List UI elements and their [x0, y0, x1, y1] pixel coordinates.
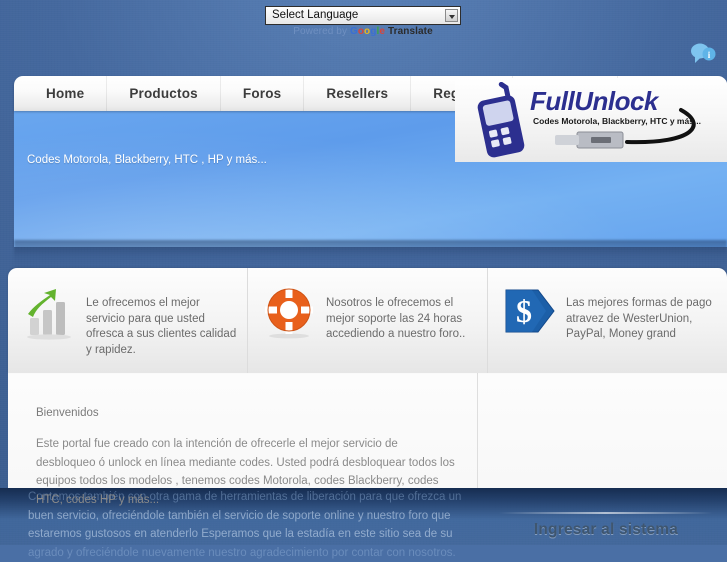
dollar-payment-icon: $	[502, 284, 558, 340]
feature-support-text: Nosotros le ofrecemos el mejor soporte l…	[326, 284, 477, 343]
feature-highlights: Le ofrecemos el mejor servicio para que …	[8, 268, 727, 373]
language-select-value: Select Language	[272, 9, 358, 21]
feature-payment-text: Las mejores formas de pago atravez de We…	[566, 284, 717, 343]
welcome-heading: Bienvenidos	[36, 407, 457, 419]
banner-bottom-shadow	[14, 240, 727, 266]
feature-payment: $ Las mejores formas de pago atravez de …	[488, 268, 727, 373]
bar-chart-growth-icon	[22, 284, 78, 340]
login-section: Ingresar al sistema	[485, 512, 727, 539]
feature-service: Le ofrecemos el mejor servicio para que …	[8, 268, 248, 373]
language-select[interactable]: Select Language	[265, 6, 461, 25]
login-divider	[499, 512, 713, 514]
login-heading: Ingresar al sistema	[485, 521, 727, 539]
page-root: Select Language Powered by Google Transl…	[0, 0, 727, 545]
google-translate-widget: Select Language Powered by Google Transl…	[265, 6, 461, 38]
logo-tagline: Codes Motorola, Blackberry, HTC y más...	[533, 116, 701, 126]
lifebuoy-support-icon	[262, 284, 318, 340]
nav-item-productos[interactable]: Productos	[107, 76, 221, 111]
google-letter-e: e	[379, 26, 385, 37]
content-sidebar	[478, 373, 727, 488]
translate-label: Translate	[388, 26, 433, 37]
content-panel: Bienvenidos Este portal fue creado con l…	[8, 373, 727, 488]
google-wordmark: Google	[350, 26, 388, 37]
powered-by-google-translate: Powered by Google Translate	[265, 26, 461, 38]
powered-by-label: Powered by	[293, 26, 347, 37]
nav-item-resellers[interactable]: Resellers	[304, 76, 411, 111]
overflow-line-4: agrado y ofreciéndole nuevamente nuestro…	[28, 544, 468, 562]
feature-service-text: Le ofrecemos el mejor servicio para que …	[86, 284, 237, 358]
welcome-section: Bienvenidos Este portal fue creado con l…	[8, 373, 478, 488]
logo-title: FullUnlock	[530, 86, 658, 117]
nav-item-home[interactable]: Home	[14, 76, 107, 111]
svg-text:$: $	[516, 293, 532, 329]
google-letter-g1: G	[350, 26, 358, 37]
welcome-paragraph: Este portal fue creado con la intención …	[36, 435, 457, 509]
nav-item-foros[interactable]: Foros	[221, 76, 305, 111]
feature-support: Nosotros le ofrecemos el mejor soporte l…	[248, 268, 488, 373]
chevron-down-icon[interactable]	[445, 9, 458, 22]
banner-tagline: Codes Motorola, Blackberry, HTC , HP y m…	[27, 154, 267, 166]
speech-bubble-info-icon[interactable]: i	[688, 41, 718, 65]
site-logo[interactable]: FullUnlock Codes Motorola, Blackberry, H…	[455, 78, 727, 162]
